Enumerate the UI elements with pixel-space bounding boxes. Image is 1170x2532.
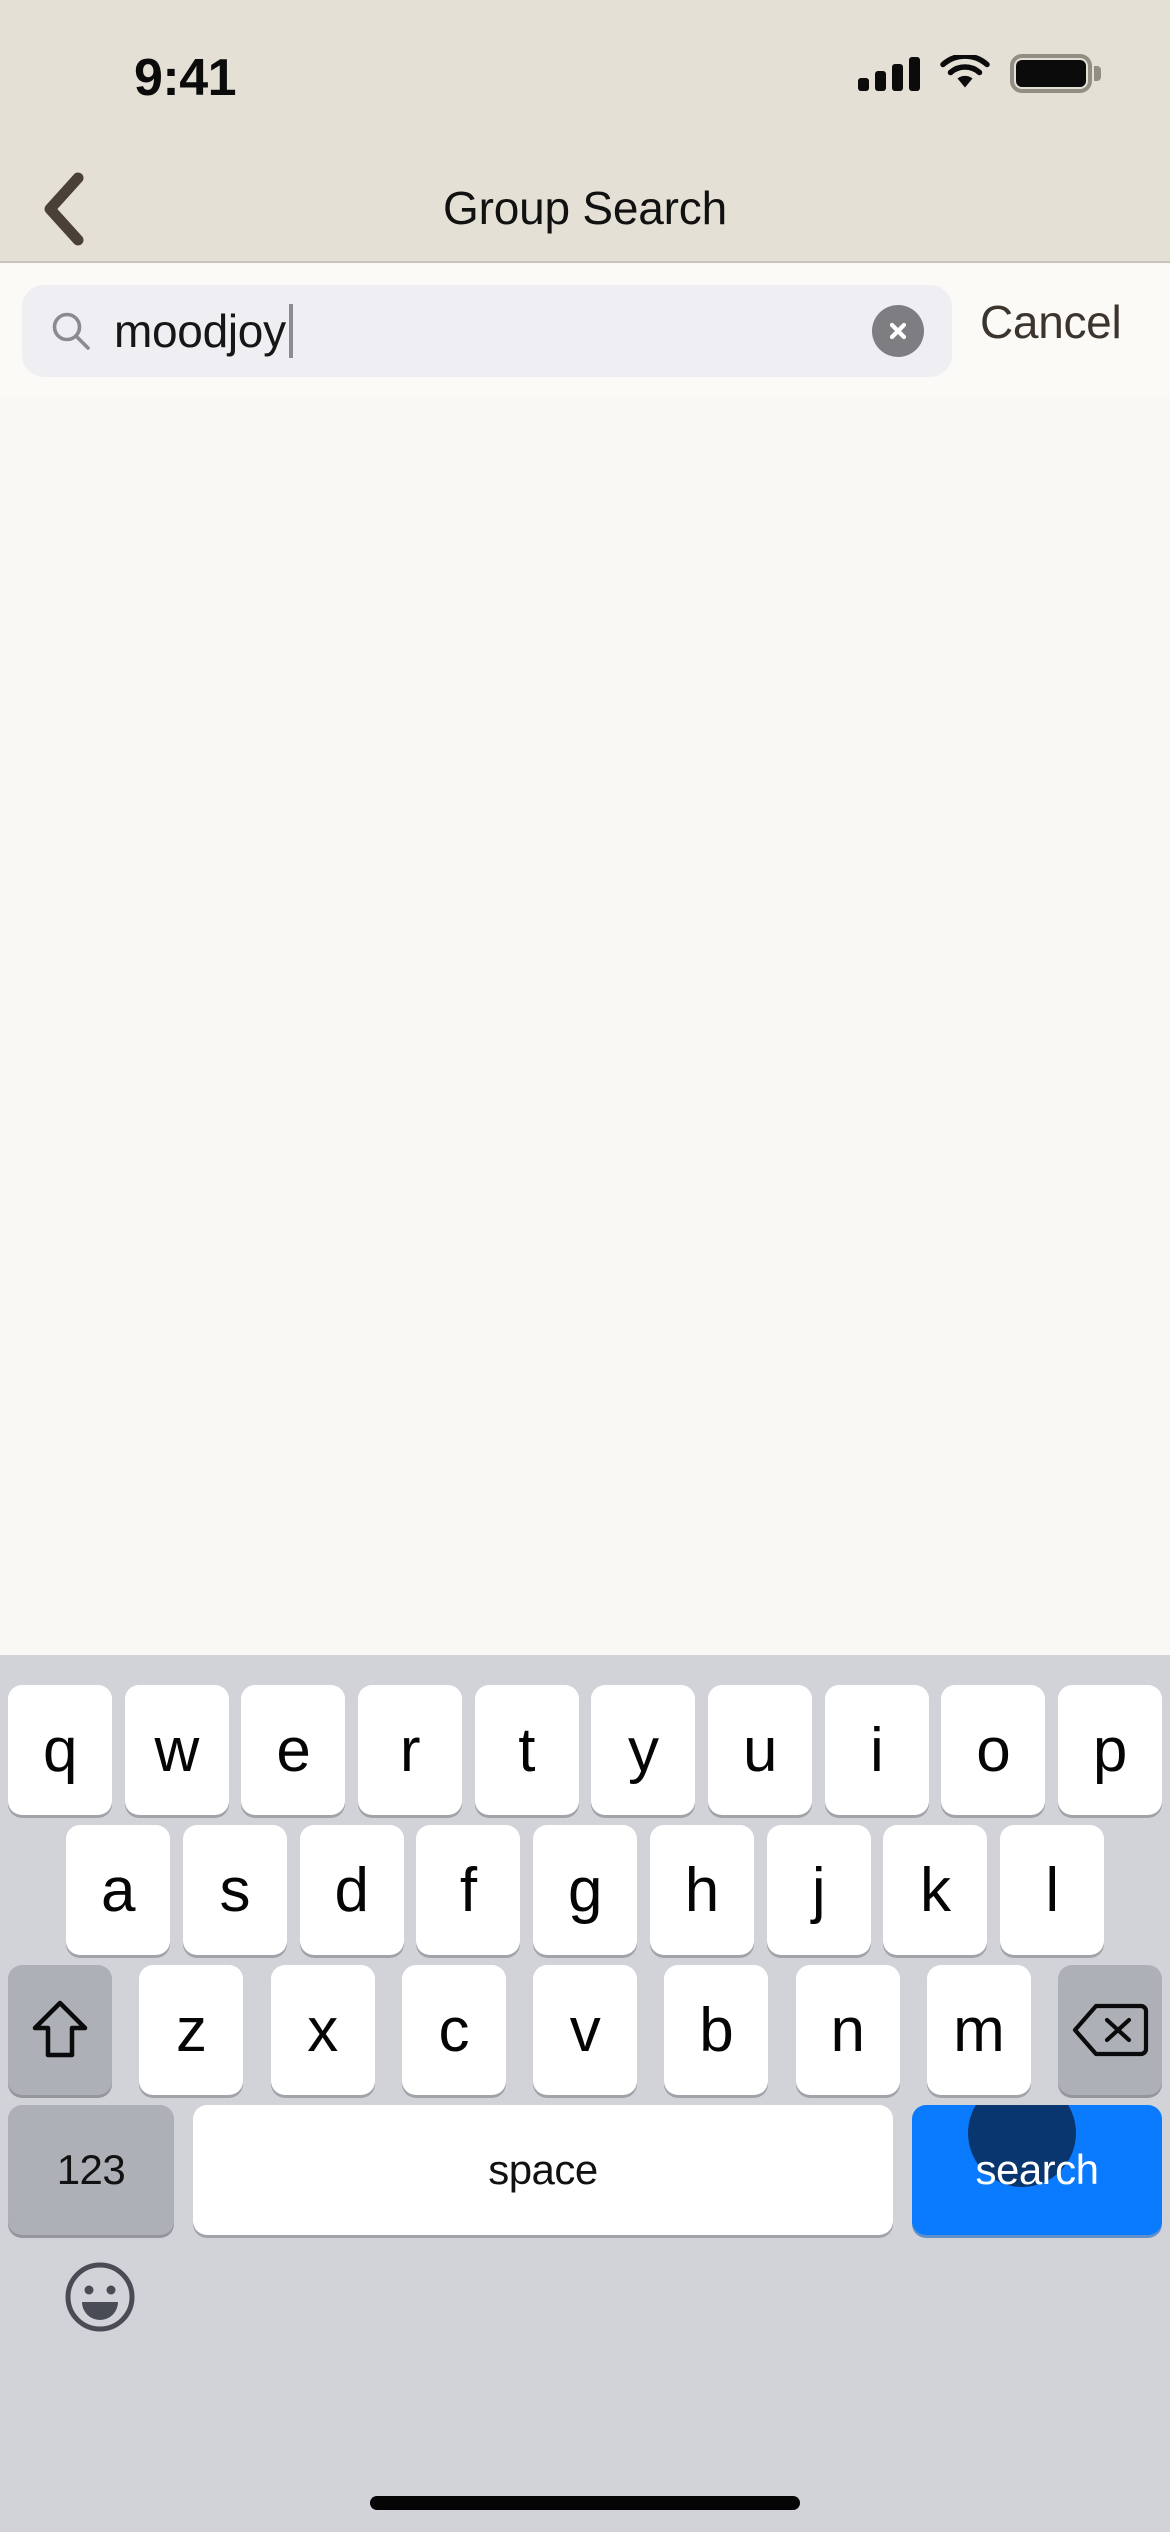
key-a[interactable]: a (66, 1825, 170, 1955)
status-bar: 9:41 (0, 0, 1170, 155)
key-o[interactable]: o (941, 1685, 1046, 1815)
key-h[interactable]: h (649, 1825, 754, 1955)
text-cursor (288, 304, 293, 358)
key-c[interactable]: c (401, 1965, 506, 2095)
emoji-key[interactable] (62, 2259, 138, 2335)
key-x[interactable]: x (270, 1965, 375, 2095)
wifi-icon (940, 55, 990, 88)
key-d[interactable]: d (299, 1825, 404, 1955)
home-indicator[interactable] (370, 2496, 800, 2510)
search-input-value: moodjoy (114, 305, 286, 357)
search-return-key-label: search (975, 2146, 1099, 2193)
keyboard-row-1: q w e r t y u i o p (0, 1685, 1170, 1815)
key-v[interactable]: v (533, 1965, 637, 2095)
search-results-area (0, 396, 1170, 1655)
search-return-key[interactable]: search (912, 2105, 1162, 2235)
key-n[interactable]: n (795, 1965, 900, 2095)
key-t[interactable]: t (474, 1685, 579, 1815)
phone-screen: 9:41 Group Search moodjoy Cancel q w e r… (0, 0, 1170, 2532)
key-w[interactable]: w (124, 1685, 229, 1815)
page-title: Group Search (443, 182, 727, 234)
battery-full-icon (1010, 53, 1101, 93)
key-e[interactable]: e (241, 1685, 346, 1815)
search-input-value-wrap: moodjoy (114, 301, 293, 361)
key-q[interactable]: q (8, 1685, 112, 1815)
close-icon (889, 322, 907, 340)
search-bar-container: moodjoy Cancel (0, 265, 1170, 396)
backspace-delete-icon (1072, 2003, 1149, 2057)
key-s[interactable]: s (182, 1825, 287, 1955)
numeric-mode-key[interactable]: 123 (8, 2105, 174, 2235)
navigation-bar: Group Search (0, 155, 1170, 263)
key-y[interactable]: y (591, 1685, 696, 1815)
keyboard-row-4: 123 space search (0, 2105, 1170, 2235)
key-p[interactable]: p (1057, 1685, 1162, 1815)
onscreen-keyboard: q w e r t y u i o p a s d f g h j k l z … (0, 1655, 1170, 2532)
key-g[interactable]: g (533, 1825, 637, 1955)
magnifying-glass-icon (52, 312, 90, 350)
key-u[interactable]: u (707, 1685, 812, 1815)
key-r[interactable]: r (357, 1685, 462, 1815)
key-j[interactable]: j (766, 1825, 871, 1955)
keyboard-row-3: z x c v b n m (0, 1965, 1170, 2095)
shift-arrow-up-icon (32, 2000, 88, 2058)
space-key[interactable]: space (193, 2105, 893, 2235)
key-z[interactable]: z (139, 1965, 244, 2095)
key-m[interactable]: m (926, 1965, 1031, 2095)
shift-key[interactable] (8, 1965, 112, 2095)
key-b[interactable]: b (664, 1965, 769, 2095)
status-bar-time: 9:41 (134, 49, 237, 107)
key-f[interactable]: f (416, 1825, 521, 1955)
keyboard-row-2: a s d f g h j k l (0, 1825, 1170, 1955)
key-i[interactable]: i (824, 1685, 929, 1815)
status-bar-indicators (858, 52, 1101, 94)
key-l[interactable]: l (1000, 1825, 1104, 1955)
clear-search-button[interactable] (872, 305, 924, 357)
cancel-button[interactable]: Cancel (980, 295, 1122, 349)
smiley-face-icon (65, 2262, 135, 2332)
backspace-key[interactable] (1058, 1965, 1162, 2095)
cellular-bars-icon (858, 55, 920, 91)
search-input[interactable]: moodjoy (22, 285, 952, 377)
key-k[interactable]: k (883, 1825, 988, 1955)
